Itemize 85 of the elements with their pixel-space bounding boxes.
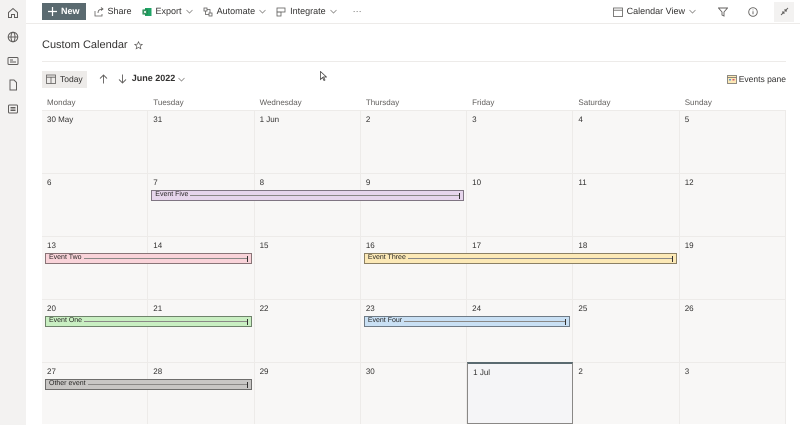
day-number[interactable]: 24 — [467, 300, 482, 314]
day-number[interactable]: 19 — [680, 237, 694, 251]
day-number[interactable]: 21 — [148, 300, 162, 314]
duration-line-icon — [404, 318, 566, 324]
command-button[interactable]: Automate — [202, 4, 266, 18]
info-icon[interactable] — [748, 6, 758, 16]
chevron-down-icon — [178, 76, 186, 82]
spreadsheet-icon — [142, 6, 152, 16]
day-number[interactable]: 9 — [360, 174, 370, 188]
home-icon[interactable] — [7, 7, 19, 19]
day-number[interactable]: 17 — [467, 237, 482, 251]
day-number[interactable]: 3 — [680, 363, 690, 377]
day-number[interactable]: 30 May — [42, 111, 74, 125]
command-button[interactable]: Integrate — [276, 4, 337, 18]
duration-line-icon — [84, 256, 248, 262]
chevron-down-icon — [330, 9, 337, 14]
filter-icon[interactable] — [718, 6, 728, 16]
weekday-header: Tuesday — [152, 97, 185, 109]
weekday-header: Sunday — [684, 97, 713, 109]
day-number[interactable]: 12 — [680, 174, 694, 188]
day-number[interactable]: 29 — [254, 363, 268, 377]
more-button[interactable]: ··· — [352, 4, 362, 18]
day-number[interactable]: 1 Jun — [254, 111, 280, 125]
document-icon[interactable] — [7, 79, 19, 91]
day-number[interactable]: 2 — [360, 111, 370, 125]
weekday-header: Thursday — [364, 97, 400, 109]
page-title: Custom Calendar — [42, 38, 128, 52]
day-number[interactable]: 6 — [42, 174, 52, 188]
chevron-down-icon — [259, 9, 266, 14]
weekday-header: Wednesday — [258, 97, 303, 109]
day-number[interactable]: 20 — [42, 300, 56, 314]
day-number[interactable]: 30 — [360, 363, 375, 377]
day-number[interactable]: 8 — [254, 174, 264, 188]
duration-line-icon — [190, 192, 460, 198]
day-number[interactable]: 18 — [573, 237, 588, 251]
day-number[interactable]: 13 — [42, 237, 56, 251]
today-button[interactable]: Today — [42, 70, 87, 88]
day-number[interactable]: 28 — [148, 363, 162, 377]
day-number[interactable]: 25 — [573, 300, 588, 314]
chevron-down-icon — [689, 9, 696, 14]
events-pane-button[interactable]: Events pane — [726, 72, 786, 86]
flow-icon — [202, 6, 213, 16]
day-number[interactable]: 15 — [254, 237, 268, 251]
day-number[interactable]: 26 — [680, 300, 694, 314]
star-icon[interactable] — [134, 41, 143, 50]
collapse-icon — [780, 7, 788, 16]
duration-line-icon — [84, 318, 248, 324]
day-number[interactable]: 31 — [148, 111, 162, 125]
weekday-header: Friday — [471, 97, 496, 109]
up-arrow-icon[interactable] — [98, 74, 108, 84]
globe-icon[interactable] — [7, 31, 19, 43]
day-number[interactable]: 27 — [42, 363, 56, 377]
command-button[interactable]: Export — [142, 4, 193, 18]
new-button[interactable]: New — [42, 3, 86, 20]
plus-icon — [48, 7, 57, 16]
day-number[interactable]: 16 — [360, 237, 375, 251]
news-icon[interactable] — [7, 55, 19, 67]
day-number[interactable]: 10 — [467, 174, 482, 188]
day-number[interactable]: 1 Jul — [468, 364, 490, 378]
calendar-icon — [612, 6, 623, 16]
day-number[interactable]: 23 — [360, 300, 375, 314]
day-number[interactable]: 22 — [254, 300, 268, 314]
collapse-button[interactable] — [774, 2, 794, 22]
chevron-down-icon — [186, 9, 193, 14]
command-button[interactable]: Share — [94, 4, 132, 18]
down-arrow-icon[interactable] — [118, 74, 127, 84]
weekday-header: Saturday — [577, 97, 612, 109]
calendar-icon — [46, 74, 56, 84]
month-selector[interactable]: June 2022 — [132, 72, 186, 86]
weekday-header: Monday — [46, 97, 76, 109]
day-number[interactable]: 4 — [573, 111, 583, 125]
day-number[interactable]: 3 — [467, 111, 477, 125]
share-icon — [94, 6, 104, 16]
cursor-icon — [320, 71, 328, 81]
day-number[interactable]: 2 — [573, 363, 583, 377]
duration-line-icon — [88, 382, 248, 388]
day-number[interactable]: 7 — [148, 174, 158, 188]
day-number[interactable]: 5 — [680, 111, 690, 125]
duration-line-icon — [408, 256, 673, 262]
list-icon[interactable] — [7, 103, 19, 115]
view-selector[interactable]: Calendar View — [612, 4, 696, 18]
day-number[interactable]: 14 — [148, 237, 162, 251]
integrate-icon — [276, 6, 286, 16]
day-number[interactable]: 11 — [573, 174, 587, 188]
calendar-icon — [726, 74, 737, 84]
